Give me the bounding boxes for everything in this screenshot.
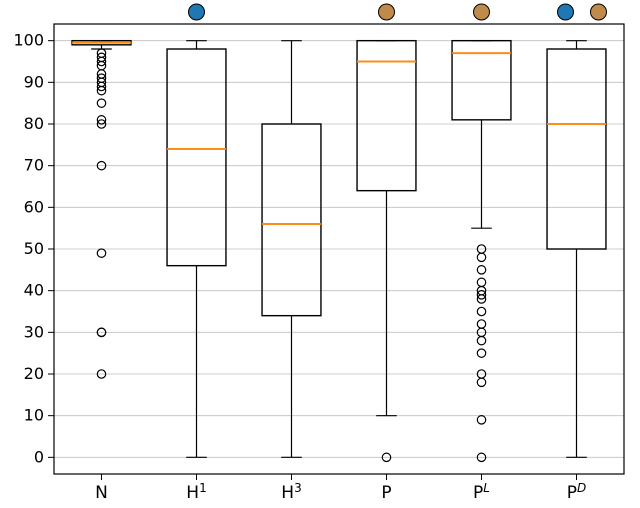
x-tick-label: P (381, 483, 391, 503)
box-P (357, 41, 416, 462)
y-tick-label: 40 (24, 281, 44, 300)
outlier-point (477, 320, 485, 328)
brown-dot-icon (379, 4, 395, 20)
outlier-point (97, 99, 105, 107)
outlier-point (477, 266, 485, 274)
blue-dot-icon (558, 4, 574, 20)
y-tick-label: 90 (24, 72, 44, 91)
outlier-point (477, 416, 485, 424)
box-plot-chart: 0 10 20 30 40 50 60 70 80 90 100 N H1 H3 P PL PD (0, 0, 640, 508)
outlier-point (477, 278, 485, 286)
x-tick-label: H3 (281, 481, 301, 503)
y-tick-label: 10 (24, 406, 44, 425)
y-tick-label: 30 (24, 322, 44, 341)
y-tick-label: 60 (24, 197, 44, 216)
box-N (72, 41, 131, 379)
outlier-point (477, 336, 485, 344)
x-tick-label: N (95, 483, 108, 503)
y-tick-label: 70 (24, 156, 44, 175)
y-tick-label: 50 (24, 239, 44, 258)
brown-dot-icon (474, 4, 490, 20)
y-tick-label: 20 (24, 364, 44, 383)
y-tick-label: 0 (34, 447, 44, 466)
brown-dot-icon (591, 4, 607, 20)
outlier-point (477, 253, 485, 261)
y-tick-label: 80 (24, 114, 44, 133)
x-tick-label: H1 (186, 481, 206, 503)
x-tick-label: PL (473, 481, 490, 503)
outlier-point (477, 378, 485, 386)
blue-dot-icon (189, 4, 205, 20)
y-tick-label: 100 (13, 31, 44, 50)
box-Pᴸ (452, 41, 511, 462)
outlier-point (477, 307, 485, 315)
outlier-point (477, 349, 485, 357)
x-tick-label: PD (567, 481, 587, 503)
outlier-point (97, 249, 105, 257)
box-Pᴰ (547, 41, 606, 458)
